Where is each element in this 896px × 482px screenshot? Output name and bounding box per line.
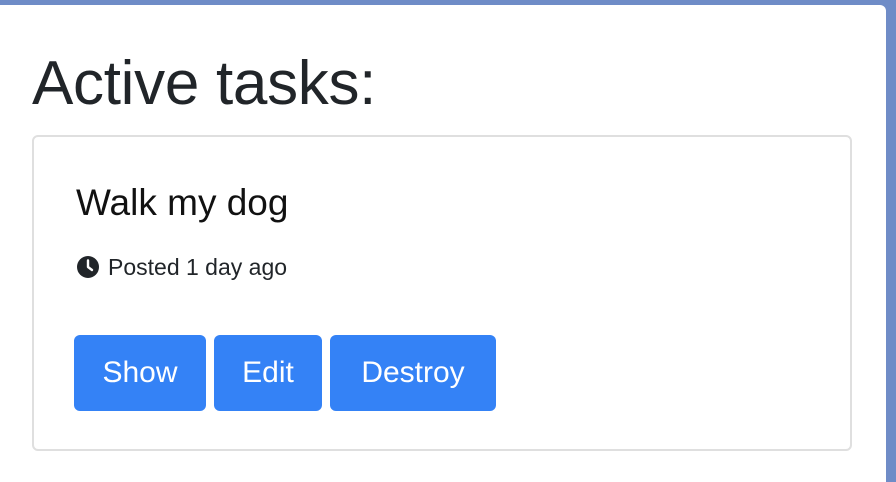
page-title: Active tasks:: [32, 49, 377, 118]
main-panel: Active tasks: Walk my dog Posted 1 day a…: [0, 5, 886, 482]
clock-icon: [76, 255, 100, 279]
posted-time: Posted 1 day ago: [108, 254, 288, 280]
task-actions: Show Edit Destroy: [74, 335, 496, 411]
edit-button[interactable]: Edit: [214, 335, 322, 411]
show-button[interactable]: Show: [74, 335, 206, 411]
task-title: Walk my dog: [76, 182, 289, 223]
destroy-button[interactable]: Destroy: [330, 335, 496, 411]
task-meta: Posted 1 day ago: [76, 253, 287, 281]
task-card: Walk my dog Posted 1 day ago Show Edit D…: [32, 135, 852, 451]
